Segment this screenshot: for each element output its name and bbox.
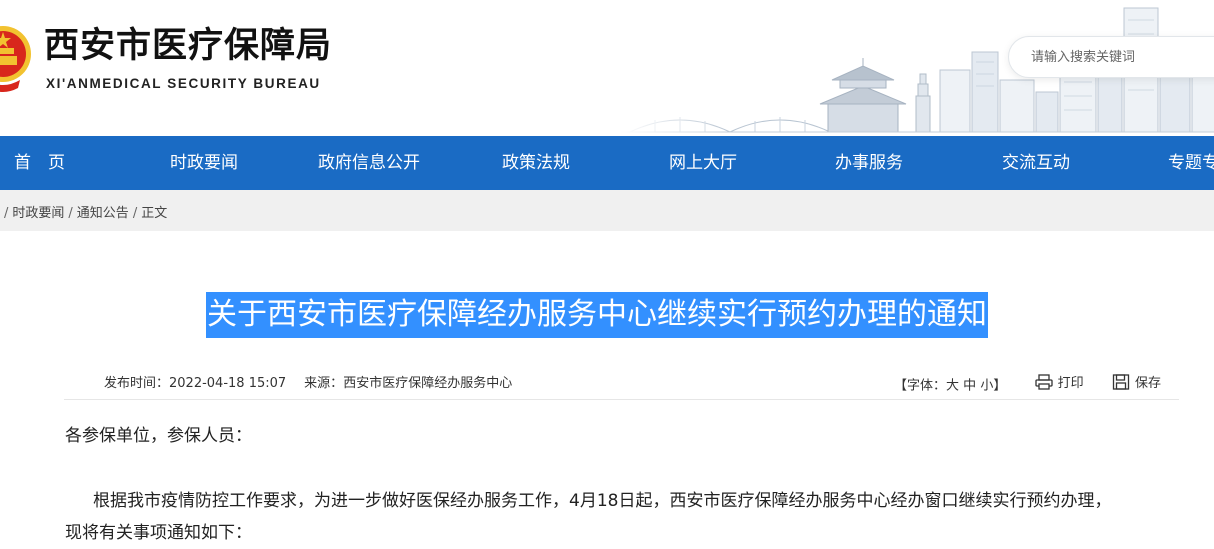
font-size-label: 【字体：: [894, 378, 947, 394]
font-size-end: 】: [993, 378, 1007, 394]
article-greeting: 各参保单位，参保人员：: [65, 426, 252, 446]
search-box[interactable]: [1008, 36, 1214, 78]
breadcrumb-item-news[interactable]: 时政要闻: [12, 206, 64, 221]
site-title[interactable]: 西安市医疗保障局: [44, 24, 332, 68]
article-tools: 【字体：大 中 小】 打印 保存: [894, 372, 1161, 394]
nav-item-news[interactable]: 时政要闻: [170, 136, 238, 190]
publish-time-label: 发布时间：: [104, 376, 170, 391]
national-emblem-icon: [0, 26, 31, 92]
article-meta: 发布时间：2022-04-18 15:07 来源：西安市医疗保障经办服务中心: [104, 372, 512, 391]
print-button[interactable]: 打印: [1034, 372, 1084, 391]
breadcrumb-separator: /: [132, 206, 138, 221]
font-size-small-link[interactable]: 小: [980, 379, 993, 394]
save-button[interactable]: 保存: [1112, 372, 1161, 391]
breadcrumb-separator: /: [4, 206, 9, 221]
font-size-medium-link[interactable]: 中: [963, 379, 976, 394]
article-title: 关于西安市医疗保障经办服务中心继续实行预约办理的通知: [206, 292, 988, 338]
breadcrumb-bar: / 时政要闻 / 通知公告 / 正文: [0, 190, 1214, 231]
nav-item-policy[interactable]: 政策法规: [502, 136, 570, 190]
nav-item-home[interactable]: 首 页: [14, 136, 65, 190]
print-label: 打印: [1057, 376, 1084, 391]
article-body-line-1: 根据我市疫情防控工作要求，为进一步做好医保经办服务工作，4月18日起，西安市医疗…: [93, 491, 1112, 511]
publish-time: 2022-04-18 15:07: [169, 376, 287, 391]
site-header: 西安市医疗保障局 XI'ANMEDICAL SECURITY BUREAU: [0, 0, 1214, 136]
main-nav: 首 页 时政要闻 政府信息公开 政策法规 网上大厅 办事服务 交流互动 专题专栏: [0, 136, 1214, 190]
printer-icon: [1034, 373, 1053, 390]
nav-item-interaction[interactable]: 交流互动: [1002, 136, 1070, 190]
breadcrumb-separator: /: [68, 206, 73, 221]
article-body-line-2: 现将有关事项通知如下：: [65, 523, 252, 543]
font-size-large-link[interactable]: 大: [946, 379, 959, 394]
breadcrumb: / 时政要闻 / 通知公告 / 正文: [0, 202, 167, 221]
save-label: 保存: [1134, 376, 1161, 391]
nav-item-topics[interactable]: 专题专栏: [1168, 136, 1214, 190]
nav-item-services[interactable]: 办事服务: [835, 136, 903, 190]
search-input[interactable]: [1031, 37, 1214, 77]
nav-item-online-hall[interactable]: 网上大厅: [669, 136, 737, 190]
source-label: 来源：: [304, 376, 344, 391]
save-icon: [1112, 373, 1130, 390]
nav-item-gov-info[interactable]: 政府信息公开: [318, 136, 420, 190]
meta-divider: [64, 399, 1179, 400]
breadcrumb-item-current: 正文: [141, 206, 168, 221]
site-subtitle: XI'ANMEDICAL SECURITY BUREAU: [46, 76, 321, 91]
breadcrumb-item-notices[interactable]: 通知公告: [77, 206, 129, 221]
article-source: 西安市医疗保障经办服务中心: [343, 376, 513, 391]
